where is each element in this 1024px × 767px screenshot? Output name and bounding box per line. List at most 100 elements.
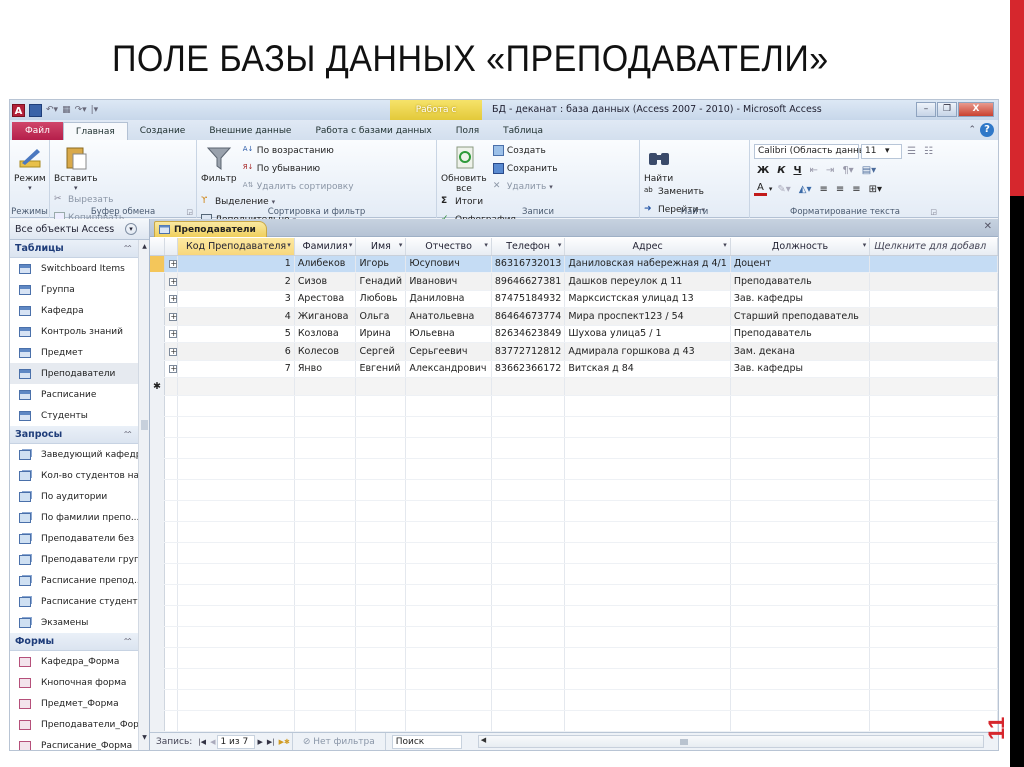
sort-descending-button[interactable]: Я↓ По убыванию (243, 161, 354, 176)
table-cell[interactable]: Дашков переулок д 11 (564, 272, 731, 291)
table-cell[interactable]: 7 (177, 360, 295, 378)
next-record-icon[interactable]: ▶ (255, 738, 264, 746)
table-cell[interactable]: Ирина (355, 325, 407, 343)
table-cell[interactable]: Ольга (355, 307, 407, 326)
paragraph-icon[interactable]: ¶▾ (839, 165, 856, 176)
redo-icon[interactable]: ↷▾ (75, 105, 87, 115)
table-cell[interactable] (164, 377, 179, 396)
nav-section-header[interactable]: Таблицы ⌃⌃ (10, 240, 138, 258)
column-header[interactable]: Должность ▾ (730, 238, 871, 256)
table-cell[interactable]: 83772712812 (491, 342, 566, 361)
column-dropdown-icon[interactable]: ▾ (863, 241, 867, 249)
undo-icon[interactable]: ↶▾ (46, 105, 58, 115)
table-cell[interactable] (491, 377, 566, 396)
expand-plus-icon[interactable]: + (169, 312, 177, 321)
document-tab-teachers[interactable]: Преподаватели (154, 221, 267, 237)
record-selector[interactable] (150, 255, 166, 273)
nav-item[interactable]: Расписание_Форма (10, 735, 138, 750)
table-row[interactable]: +1 Алибеков Игорь Юсупович 86316732013 Данило… (150, 255, 998, 273)
close-button[interactable]: X (958, 102, 994, 117)
gridlines-icon[interactable]: ▤▾ (859, 165, 879, 176)
expand-plus-icon[interactable]: + (169, 347, 177, 356)
expand-plus-icon[interactable]: + (169, 365, 177, 374)
table-cell[interactable]: Сергей (355, 342, 407, 361)
font-color-icon[interactable]: A (754, 182, 767, 196)
expand-plus-icon[interactable]: + (169, 295, 177, 304)
collapse-section-icon[interactable]: ⌃⌃ (123, 244, 134, 253)
numbering-icon[interactable]: ☷ (921, 146, 936, 157)
align-left-icon[interactable]: ≡ (816, 184, 830, 195)
table-cell[interactable]: Марксистская улицад 13 (564, 290, 731, 308)
sort-ascending-button[interactable]: A↓ По возрастанию (243, 143, 354, 158)
restore-button[interactable]: ❐ (937, 102, 957, 117)
highlight-icon[interactable]: ✎▾ (774, 184, 793, 195)
filter-button[interactable]: Фильтр (201, 143, 237, 184)
tab-table[interactable]: Таблица (491, 122, 555, 140)
new-record-nav-icon[interactable]: ▶✱ (277, 738, 292, 746)
table-cell[interactable]: Колесов (294, 342, 357, 361)
nav-item[interactable]: Расписание студента (10, 591, 138, 612)
cut-button[interactable]: ✂ Вырезать (54, 192, 160, 207)
table-cell[interactable]: Любовь (355, 290, 407, 308)
table-row[interactable]: +2 Сизов Генадий Иванович 89646627381 Дашков … (150, 272, 998, 291)
table-row[interactable]: +6 Колесов Сергей Серьгеевич 83772712812 Адми… (150, 342, 998, 361)
nav-item[interactable]: Заведующий кафедры (10, 444, 138, 465)
table-cell[interactable]: Анатольевна (405, 307, 492, 326)
table-cell[interactable]: Витская д 84 (564, 360, 731, 378)
nav-item[interactable]: Предмет (10, 342, 138, 363)
nav-menu-icon[interactable]: ▾ (125, 223, 137, 235)
table-cell[interactable]: 82634623849 (491, 325, 566, 343)
table-row[interactable]: +5 Козлова Ирина Юльевна 82634623849 Шухова … (150, 325, 998, 343)
table-cell[interactable]: Александрович (405, 360, 492, 378)
table-borders-icon[interactable]: ⊞▾ (866, 184, 885, 195)
font-size-select[interactable]: 11 ▾ (861, 143, 903, 159)
table-cell[interactable]: 86464673774 (491, 307, 566, 326)
column-dropdown-icon[interactable]: ▾ (558, 241, 562, 249)
horizontal-scroll-thumb[interactable] (680, 739, 689, 745)
tab-fields[interactable]: Поля (444, 122, 491, 140)
table-cell[interactable]: Юсупович (405, 255, 492, 273)
table-cell[interactable]: Арестова (294, 290, 357, 308)
table-cell[interactable]: 87475184932 (491, 290, 566, 308)
align-center-icon[interactable]: ≡ (833, 184, 847, 195)
table-cell[interactable]: Серьгеевич (405, 342, 492, 361)
scroll-down-icon[interactable]: ▼ (140, 734, 149, 744)
close-document-icon[interactable]: ✕ (984, 221, 992, 232)
table-row[interactable]: +4 Жиганова Ольга Анатольевна 86464673774 Ми… (150, 307, 998, 326)
nav-item[interactable]: По фамилии препо... (10, 507, 138, 528)
column-header[interactable]: Адрес ▾ (564, 238, 731, 256)
nav-item[interactable]: Switchboard Items (10, 258, 138, 279)
nav-item[interactable]: Контроль знаний (10, 321, 138, 342)
underline-button[interactable]: Ч (790, 165, 804, 176)
minimize-button[interactable]: – (916, 102, 936, 117)
table-cell[interactable]: Преподаватель (730, 272, 871, 291)
table-cell[interactable]: 2 (177, 272, 295, 291)
record-selector[interactable] (150, 272, 166, 291)
nav-item[interactable]: Преподаватели (10, 363, 138, 384)
increase-indent-icon[interactable]: ⇥ (823, 165, 837, 176)
table-cell[interactable]: Шухова улица5 / 1 (564, 325, 731, 343)
table-cell[interactable]: Доцент (730, 255, 871, 273)
expand-plus-icon[interactable]: + (169, 260, 177, 269)
decrease-indent-icon[interactable]: ⇤ (807, 165, 821, 176)
horizontal-scrollbar[interactable]: ◀ (477, 735, 984, 748)
nav-scrollbar[interactable]: ▲ ▼ (138, 240, 149, 750)
search-input[interactable]: Поиск (391, 734, 462, 749)
column-dropdown-icon[interactable]: ▾ (349, 241, 353, 249)
last-record-icon[interactable]: ▶| (265, 738, 277, 746)
paste-button[interactable]: Вставить ▾ (54, 143, 98, 192)
record-selector[interactable] (150, 360, 166, 378)
table-cell[interactable] (869, 325, 998, 343)
column-header[interactable]: Имя ▾ (355, 238, 407, 256)
filter-status[interactable]: ⊘ Нет фильтра (291, 732, 386, 750)
remove-sort-button[interactable]: A⇅ Удалить сортировку (243, 179, 354, 194)
nav-item[interactable]: Кол-во студентов на ... (10, 465, 138, 486)
record-selector[interactable] (150, 290, 166, 308)
bold-button[interactable]: Ж (754, 165, 772, 176)
nav-item[interactable]: Кафедра_Форма (10, 651, 138, 672)
table-cell[interactable]: 1 (177, 255, 295, 273)
table-cell[interactable]: Зав. кафедры (730, 360, 871, 378)
table-cell[interactable]: Преподаватель (730, 325, 871, 343)
nav-item[interactable]: Предмет_Форма (10, 693, 138, 714)
table-cell[interactable]: Адмирала горшкова д 43 (564, 342, 731, 361)
